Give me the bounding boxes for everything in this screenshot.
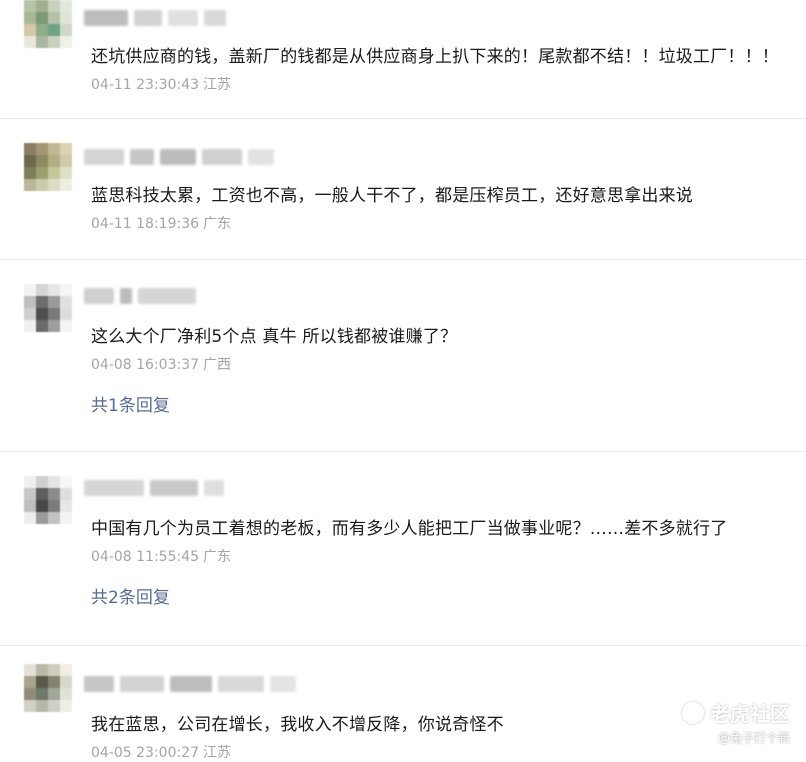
comment-text: 我在蓝思，公司在增长，我收入不增反降，你说奇怪不 — [91, 715, 504, 735]
view-replies-link[interactable]: 共1条回复 — [91, 391, 170, 416]
comment-time: 04-11 23:30:43 — [91, 77, 200, 93]
avatar[interactable] — [24, 664, 72, 712]
username-blurred — [84, 149, 274, 165]
watermark-logo: 老虎社区 — [682, 698, 790, 727]
comment-location: 江苏 — [203, 77, 232, 93]
comment-item: 这么大个厂净利5个点 真牛 所以钱都被谁赚了？ 04-08 16:03:37 广西… — [0, 260, 806, 452]
watermark-logo-text: 老虎社区 — [710, 702, 790, 726]
watermark-user: @兔子打个新 — [717, 731, 790, 745]
avatar[interactable] — [24, 0, 72, 48]
comment-meta: 04-05 23:00:27 江苏 — [91, 742, 231, 762]
tiger-logo-icon — [682, 701, 704, 724]
comment-time: 04-08 16:03:37 — [91, 357, 200, 373]
comment-meta: 04-11 23:30:43 江苏 — [91, 74, 231, 94]
comment-meta: 04-11 18:19:36 广东 — [91, 213, 231, 233]
comment-location: 广东 — [203, 549, 232, 565]
comment-item: 蓝思科技太累，工资也不高，一般人干不了，都是压榨员工，还好意思拿出来说 04-1… — [0, 119, 806, 260]
username-blurred — [84, 288, 196, 304]
avatar[interactable] — [24, 476, 72, 524]
comment-meta: 04-08 11:55:45 广东 — [91, 546, 231, 566]
comment-location: 广东 — [203, 216, 232, 232]
comment-location: 广西 — [203, 357, 232, 373]
username-blurred — [84, 676, 296, 692]
watermark: 老虎社区 @兔子打个新 — [682, 698, 790, 746]
comment-text: 蓝思科技太累，工资也不高，一般人干不了，都是压榨员工，还好意思拿出来说 — [91, 186, 693, 206]
view-replies-link[interactable]: 共2条回复 — [91, 583, 170, 608]
comment-text: 这么大个厂净利5个点 真牛 所以钱都被谁赚了？ — [91, 327, 458, 347]
comment-text: 还坑供应商的钱，盖新厂的钱都是从供应商身上扒下来的！尾款都不结！！垃圾工厂！！！ — [91, 47, 779, 67]
username-blurred — [84, 480, 224, 496]
comment-location: 江苏 — [203, 745, 232, 761]
username-blurred — [84, 10, 226, 26]
comment-item: 中国有几个为员工着想的老板，而有多少人能把工厂当做事业呢？……差不多就行了 04… — [0, 452, 806, 646]
avatar[interactable] — [24, 284, 72, 332]
comment-time: 04-05 23:00:27 — [91, 745, 200, 761]
comment-item: 还坑供应商的钱，盖新厂的钱都是从供应商身上扒下来的！尾款都不结！！垃圾工厂！！！… — [0, 0, 806, 119]
avatar[interactable] — [24, 143, 72, 191]
comment-time: 04-11 18:19:36 — [91, 216, 200, 232]
comment-time: 04-08 11:55:45 — [91, 549, 200, 565]
comment-text: 中国有几个为员工着想的老板，而有多少人能把工厂当做事业呢？……差不多就行了 — [91, 519, 728, 539]
comment-meta: 04-08 16:03:37 广西 — [91, 354, 231, 374]
